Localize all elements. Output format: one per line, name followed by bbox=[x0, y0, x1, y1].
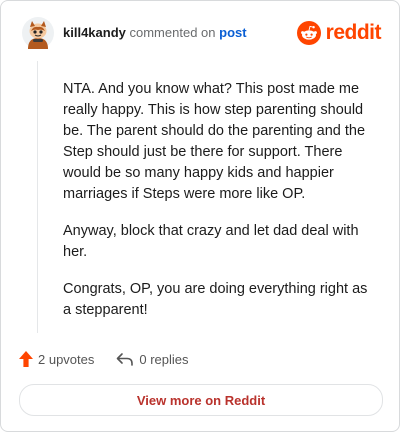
comment-header: kill4kandy commented on post bbox=[63, 25, 247, 41]
upvote-arrow-icon bbox=[19, 351, 33, 367]
avatar[interactable] bbox=[22, 17, 54, 49]
reddit-logo-icon bbox=[296, 21, 321, 45]
comment-footer: 2 upvotes 0 replies bbox=[19, 349, 189, 369]
comment-body: NTA. And you know what? This post made m… bbox=[63, 79, 373, 337]
view-more-button[interactable]: View more on Reddit bbox=[19, 384, 383, 416]
comment-paragraph: Congrats, OP, you are doing everything r… bbox=[63, 281, 368, 318]
thread-line bbox=[37, 61, 38, 333]
comment-paragraph: NTA. And you know what? This post made m… bbox=[63, 81, 366, 202]
comment-card: kill4kandy commented on post reddit NTA.… bbox=[0, 0, 400, 432]
comment-paragraph: Anyway, block that crazy and let dad dea… bbox=[63, 223, 359, 260]
action-text: commented on bbox=[129, 25, 216, 40]
upvote-count: 2 upvotes bbox=[38, 351, 95, 367]
reply-stat[interactable]: 0 replies bbox=[116, 351, 189, 367]
reply-arrow-icon bbox=[117, 353, 134, 366]
username-link[interactable]: kill4kandy bbox=[63, 25, 126, 40]
reddit-brand-link[interactable]: reddit bbox=[296, 21, 382, 45]
post-link[interactable]: post bbox=[219, 25, 246, 40]
brand-wordmark: reddit bbox=[325, 21, 382, 44]
reply-count: 0 replies bbox=[139, 351, 189, 367]
upvote-stat[interactable]: 2 upvotes bbox=[19, 351, 94, 367]
snoo-avatar-icon bbox=[22, 17, 54, 49]
